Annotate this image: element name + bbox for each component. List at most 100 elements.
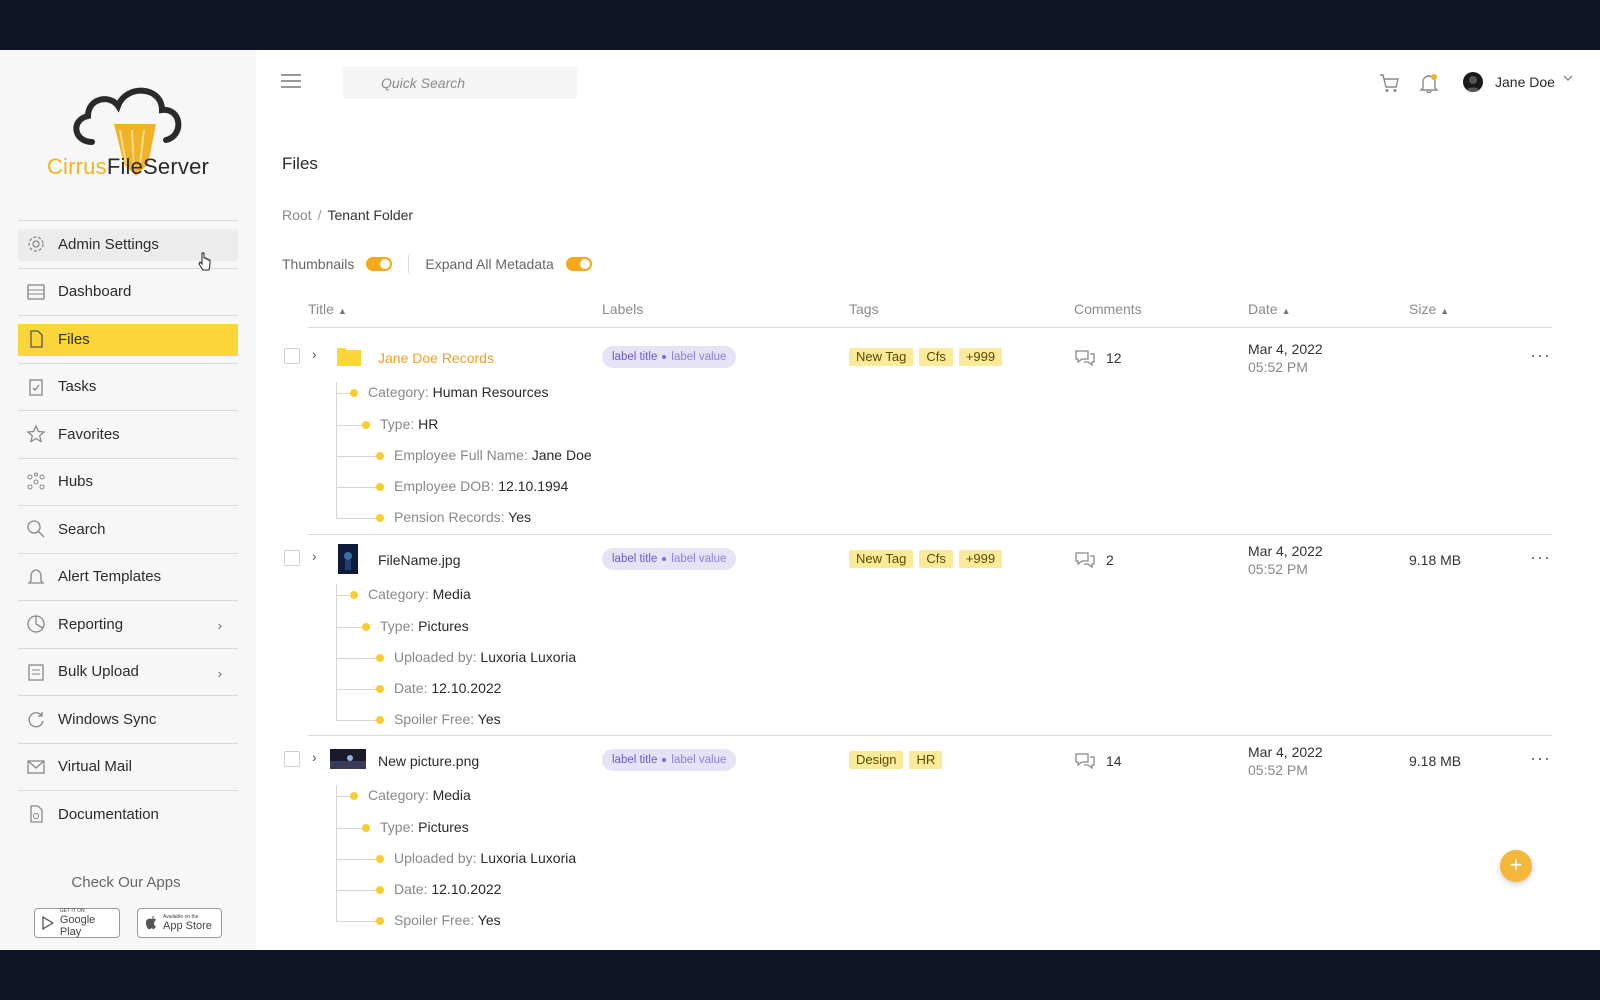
notification-badge bbox=[1431, 74, 1437, 80]
sidebar-item-bulk-upload[interactable]: Bulk Upload › bbox=[18, 647, 238, 696]
file-name[interactable]: FileName.jpg bbox=[378, 552, 460, 568]
sidebar-item-search[interactable]: Search bbox=[18, 505, 238, 553]
column-title[interactable]: Title ▲︎ bbox=[308, 301, 347, 317]
chevron-right-icon[interactable]: › bbox=[312, 346, 317, 362]
sidebar: CirrusFileServer Admin Settings Dashboard… bbox=[0, 50, 256, 950]
tag[interactable]: Cfs bbox=[919, 550, 953, 568]
google-play-button[interactable]: GET IT ON Google Play bbox=[34, 908, 120, 938]
metadata-field: Category: Media bbox=[368, 586, 471, 602]
meta-bullet bbox=[376, 917, 384, 925]
sidebar-item-label: Dashboard bbox=[58, 283, 132, 301]
more-options-icon[interactable]: ··· bbox=[1530, 748, 1551, 769]
table-row[interactable]: › Jane Doe Records label title label value N… bbox=[282, 340, 1552, 530]
user-name[interactable]: Jane Doe bbox=[1495, 74, 1555, 90]
meta-bullet bbox=[376, 685, 384, 693]
column-size[interactable]: Size ▲︎ bbox=[1409, 301, 1449, 317]
bell-icon bbox=[27, 568, 45, 584]
dashboard-icon bbox=[27, 283, 45, 300]
chevron-right-icon[interactable]: › bbox=[312, 749, 317, 765]
tag-list: New Tag Cfs +999 bbox=[849, 550, 1008, 568]
comment-count: 14 bbox=[1106, 753, 1122, 769]
sidebar-item-favorites[interactable]: Favorites bbox=[18, 410, 238, 458]
column-labels: Labels bbox=[602, 301, 644, 317]
chevron-down-icon[interactable] bbox=[1562, 72, 1574, 84]
sidebar-item-files[interactable]: Files bbox=[18, 315, 238, 363]
upload-icon bbox=[28, 663, 44, 681]
cart-icon[interactable] bbox=[1378, 72, 1400, 94]
sidebar-item-label: Documentation bbox=[58, 805, 159, 823]
file-name[interactable]: Jane Doe Records bbox=[378, 350, 494, 366]
tag[interactable]: +999 bbox=[958, 550, 1003, 568]
tag[interactable]: New Tag bbox=[849, 550, 914, 568]
menu-toggle-icon[interactable] bbox=[281, 74, 301, 90]
chevron-right-icon[interactable]: › bbox=[312, 548, 317, 564]
tag[interactable]: Design bbox=[849, 751, 904, 769]
page-title: Files bbox=[282, 154, 318, 173]
more-options-icon[interactable]: ··· bbox=[1530, 345, 1551, 366]
column-date[interactable]: Date ▲︎ bbox=[1248, 301, 1291, 317]
meta-bullet bbox=[376, 483, 384, 491]
meta-bullet bbox=[350, 389, 358, 397]
sort-icon: ▲︎ bbox=[1440, 306, 1450, 316]
clipboard-icon bbox=[29, 378, 43, 396]
metadata-field: Employee DOB: 12.10.1994 bbox=[394, 478, 569, 494]
row-checkbox[interactable] bbox=[284, 550, 300, 566]
meta-bullet bbox=[376, 716, 384, 724]
sidebar-item-windows-sync[interactable]: Windows Sync bbox=[18, 695, 238, 743]
comment-count: 2 bbox=[1106, 552, 1114, 568]
breadcrumb-root[interactable]: Root bbox=[282, 207, 312, 223]
quick-search-input[interactable] bbox=[343, 67, 577, 99]
sidebar-item-virtual-mail[interactable]: Virtual Mail bbox=[18, 742, 238, 791]
sidebar-item-label: Files bbox=[58, 330, 90, 348]
row-checkbox[interactable] bbox=[284, 348, 300, 364]
modified-date: Mar 4, 2022 05:52 PM bbox=[1248, 341, 1323, 375]
app-store-button[interactable]: Available on the App Store bbox=[137, 908, 222, 938]
tag[interactable]: New Tag bbox=[849, 348, 914, 366]
meta-bullet bbox=[362, 824, 370, 832]
chevron-right-icon: › bbox=[217, 618, 222, 633]
breadcrumb-current: Tenant Folder bbox=[327, 207, 414, 223]
sidebar-item-label: Bulk Upload bbox=[58, 663, 139, 681]
avatar[interactable] bbox=[1463, 72, 1483, 92]
expand-metadata-toggle[interactable] bbox=[565, 257, 592, 271]
thumbnails-toggle[interactable] bbox=[366, 257, 393, 271]
tag[interactable]: Cfs bbox=[919, 348, 953, 366]
comments-icon[interactable] bbox=[1074, 550, 1096, 570]
sidebar-item-dashboard[interactable]: Dashboard bbox=[18, 267, 238, 316]
brand-name: CirrusFileServer bbox=[46, 154, 210, 179]
hubs-icon bbox=[27, 472, 45, 489]
tag[interactable]: +999 bbox=[958, 348, 1003, 366]
label-pill[interactable]: label title label value bbox=[602, 548, 737, 570]
add-button[interactable]: + bbox=[1500, 850, 1532, 882]
sidebar-item-documentation[interactable]: Documentation bbox=[18, 790, 238, 838]
row-checkbox[interactable] bbox=[284, 751, 300, 767]
metadata-field: Uploaded by: Luxoria Luxoria bbox=[394, 649, 577, 665]
sidebar-item-tasks[interactable]: Tasks bbox=[18, 362, 238, 411]
meta-bullet bbox=[376, 514, 384, 522]
comments-icon[interactable] bbox=[1074, 348, 1096, 368]
folder-icon bbox=[337, 348, 361, 366]
tag[interactable]: HR bbox=[909, 751, 943, 769]
row-divider bbox=[308, 735, 1552, 736]
metadata-field: Category: Media bbox=[368, 787, 471, 803]
sidebar-item-label: Windows Sync bbox=[58, 710, 157, 728]
table-row[interactable]: › New picture.png label title label value De… bbox=[282, 743, 1552, 933]
more-options-icon[interactable]: ··· bbox=[1530, 547, 1551, 568]
sidebar-item-alert-templates[interactable]: Alert Templates bbox=[18, 552, 238, 601]
sidebar-item-hubs[interactable]: Hubs bbox=[18, 457, 238, 506]
comments-icon[interactable] bbox=[1074, 751, 1096, 771]
chart-icon bbox=[27, 615, 45, 633]
table-row[interactable]: › FileName.jpg label title label value New T… bbox=[282, 542, 1552, 732]
label-pill[interactable]: label title label value bbox=[602, 749, 737, 771]
label-pill[interactable]: label title label value bbox=[602, 346, 737, 368]
file-icon bbox=[30, 330, 43, 348]
sort-icon: ▲︎ bbox=[1281, 306, 1291, 316]
sort-icon: ▲︎ bbox=[337, 306, 347, 316]
sync-icon bbox=[28, 712, 44, 728]
expand-metadata-label: Expand All Metadata bbox=[425, 256, 554, 272]
metadata-field: Pension Records: Yes bbox=[394, 509, 531, 525]
sidebar-item-reporting[interactable]: Reporting › bbox=[18, 600, 238, 648]
sidebar-item-label: Hubs bbox=[58, 473, 94, 491]
file-name[interactable]: New picture.png bbox=[378, 753, 479, 769]
metadata-field: Date: 12.10.2022 bbox=[394, 881, 502, 897]
